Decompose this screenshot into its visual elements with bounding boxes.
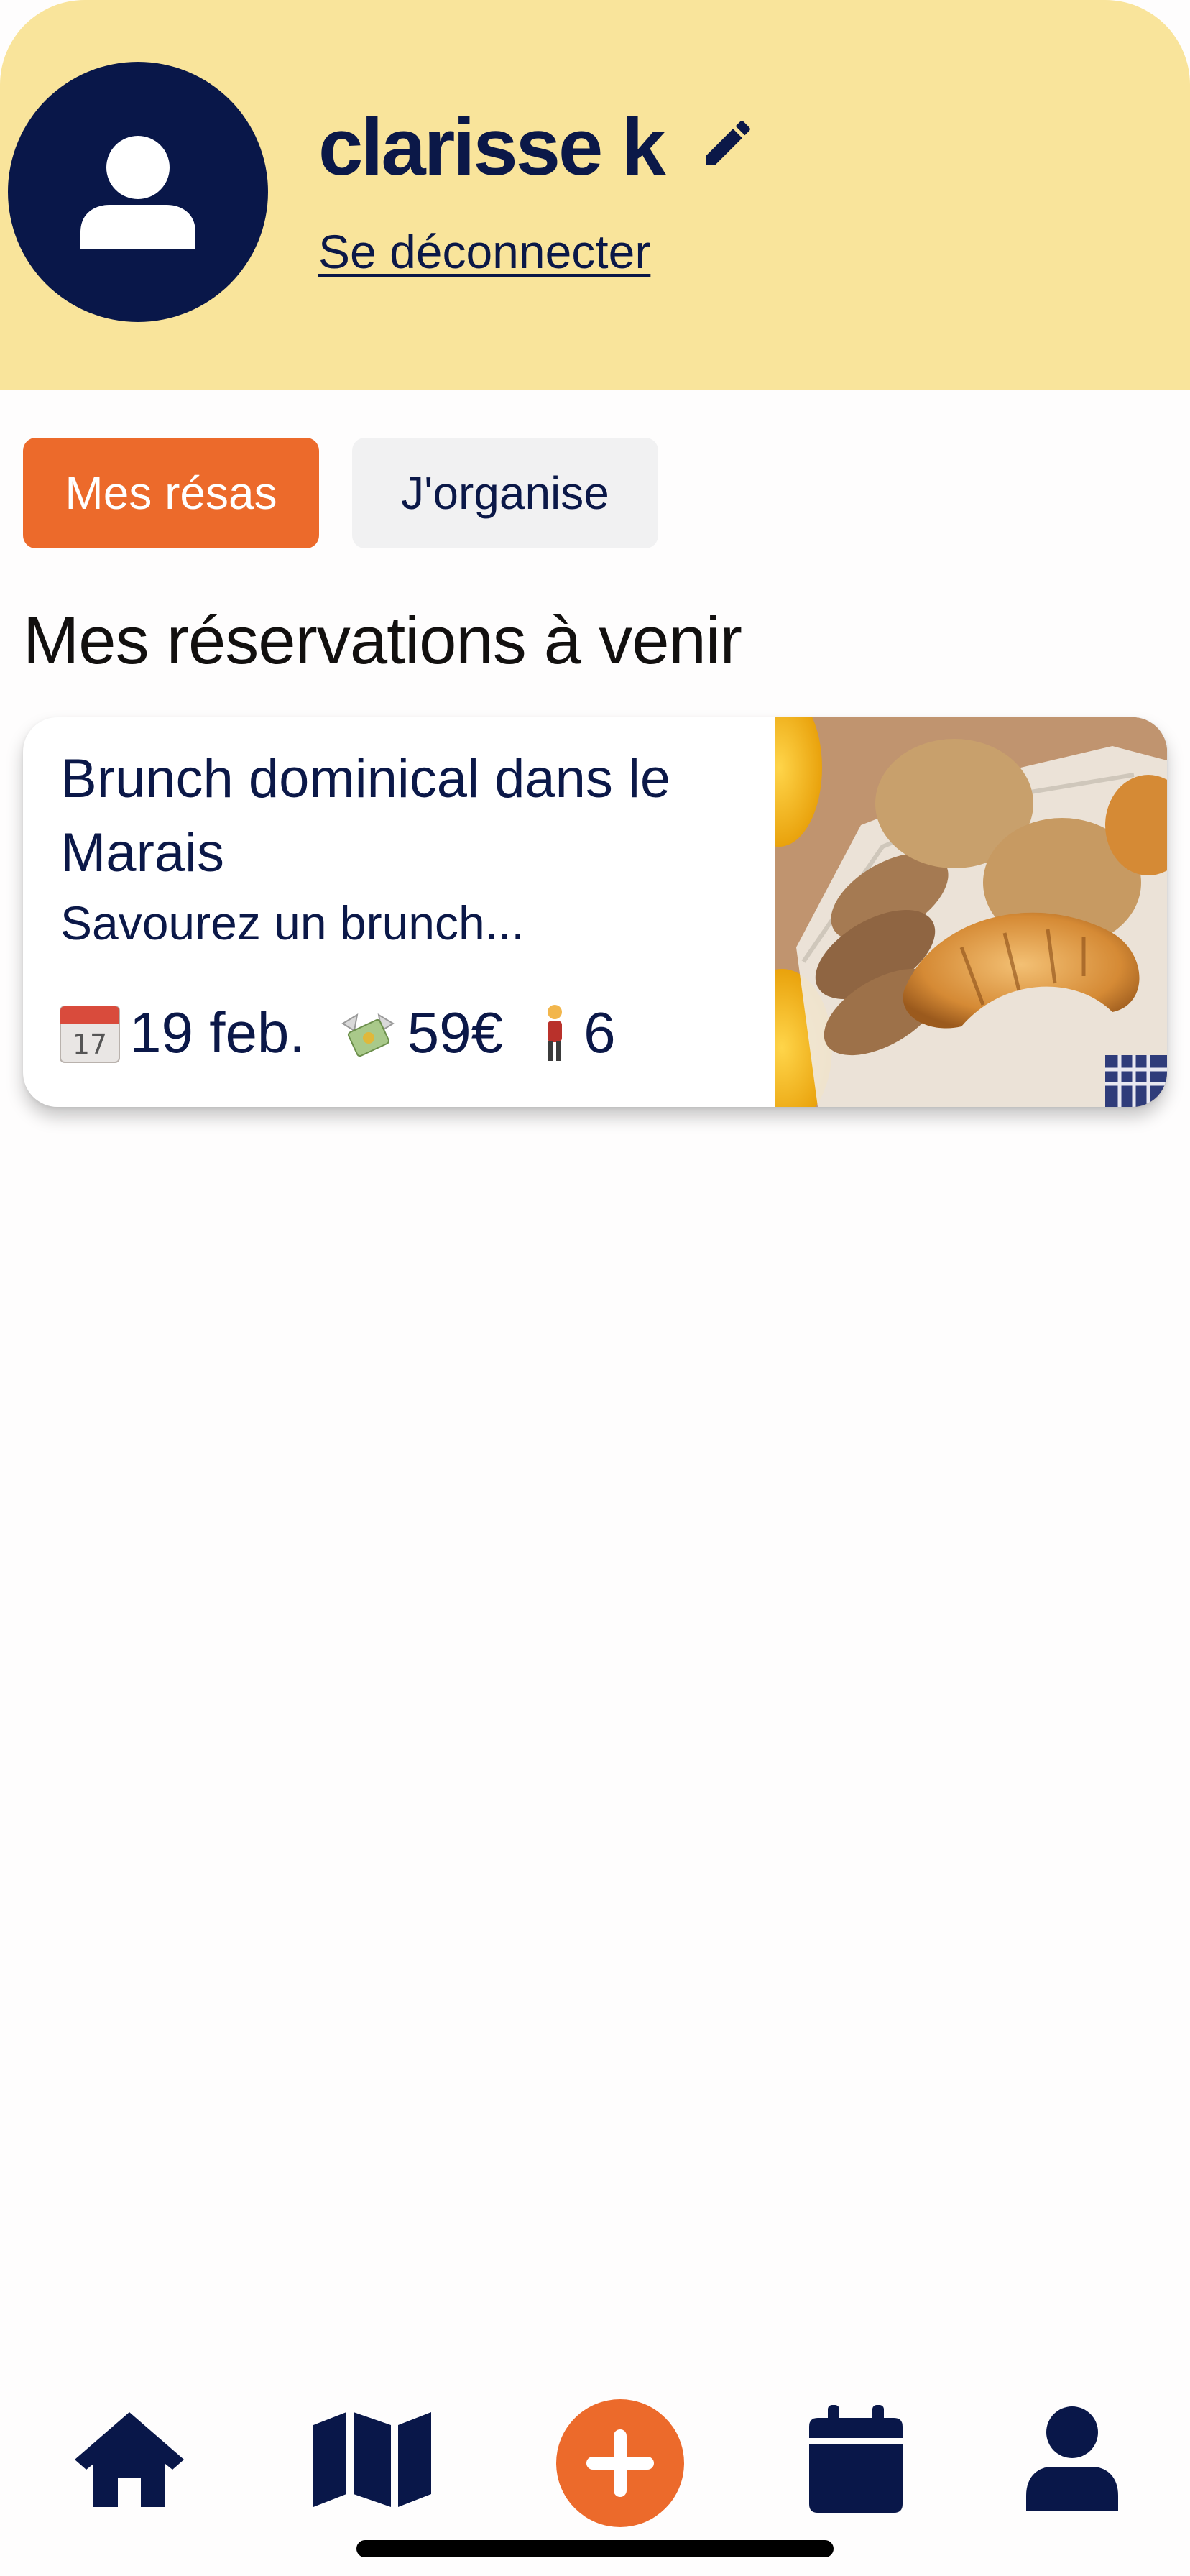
avatar [8,62,268,322]
svg-text:17: 17 [73,1029,107,1060]
reservation-card[interactable]: Brunch dominical dans le Marais Savourez… [23,717,1167,1107]
reservation-meta: 17 19 feb. 59€ 6 [59,993,616,1072]
reservation-date: 19 feb. [129,1000,305,1064]
person-standing-emoji-icon [548,1005,563,1061]
calendar-icon[interactable] [809,2405,903,2513]
section-title: Mes réservations à venir [23,602,742,678]
calendar-emoji-icon: 17 [60,1006,120,1063]
plus-icon [586,2429,654,2497]
reservation-photo [775,717,1167,1107]
profile-header: clarisse k Se déconnecter [0,0,1190,390]
tab-j-organise[interactable]: J'organise [352,438,658,548]
reservation-price: 59€ [407,1000,504,1064]
home-indicator [356,2540,834,2557]
logout-link[interactable]: Se déconnecter [318,223,650,280]
profile-icon[interactable] [1026,2406,1118,2511]
tab-mes-resas[interactable]: Mes résas [23,438,319,548]
reservation-description: Savourez un brunch... [60,896,525,949]
reservation-title: Brunch dominical dans le Marais [60,748,671,883]
map-icon[interactable] [313,2409,431,2507]
home-icon[interactable] [72,2409,187,2510]
pencil-edit-icon[interactable] [698,114,757,172]
add-button[interactable] [556,2399,684,2527]
reservation-guests: 6 [584,1000,616,1064]
user-name: clarisse k [318,102,666,192]
user-silhouette-icon [80,136,195,249]
money-wings-emoji-icon [341,1013,395,1057]
